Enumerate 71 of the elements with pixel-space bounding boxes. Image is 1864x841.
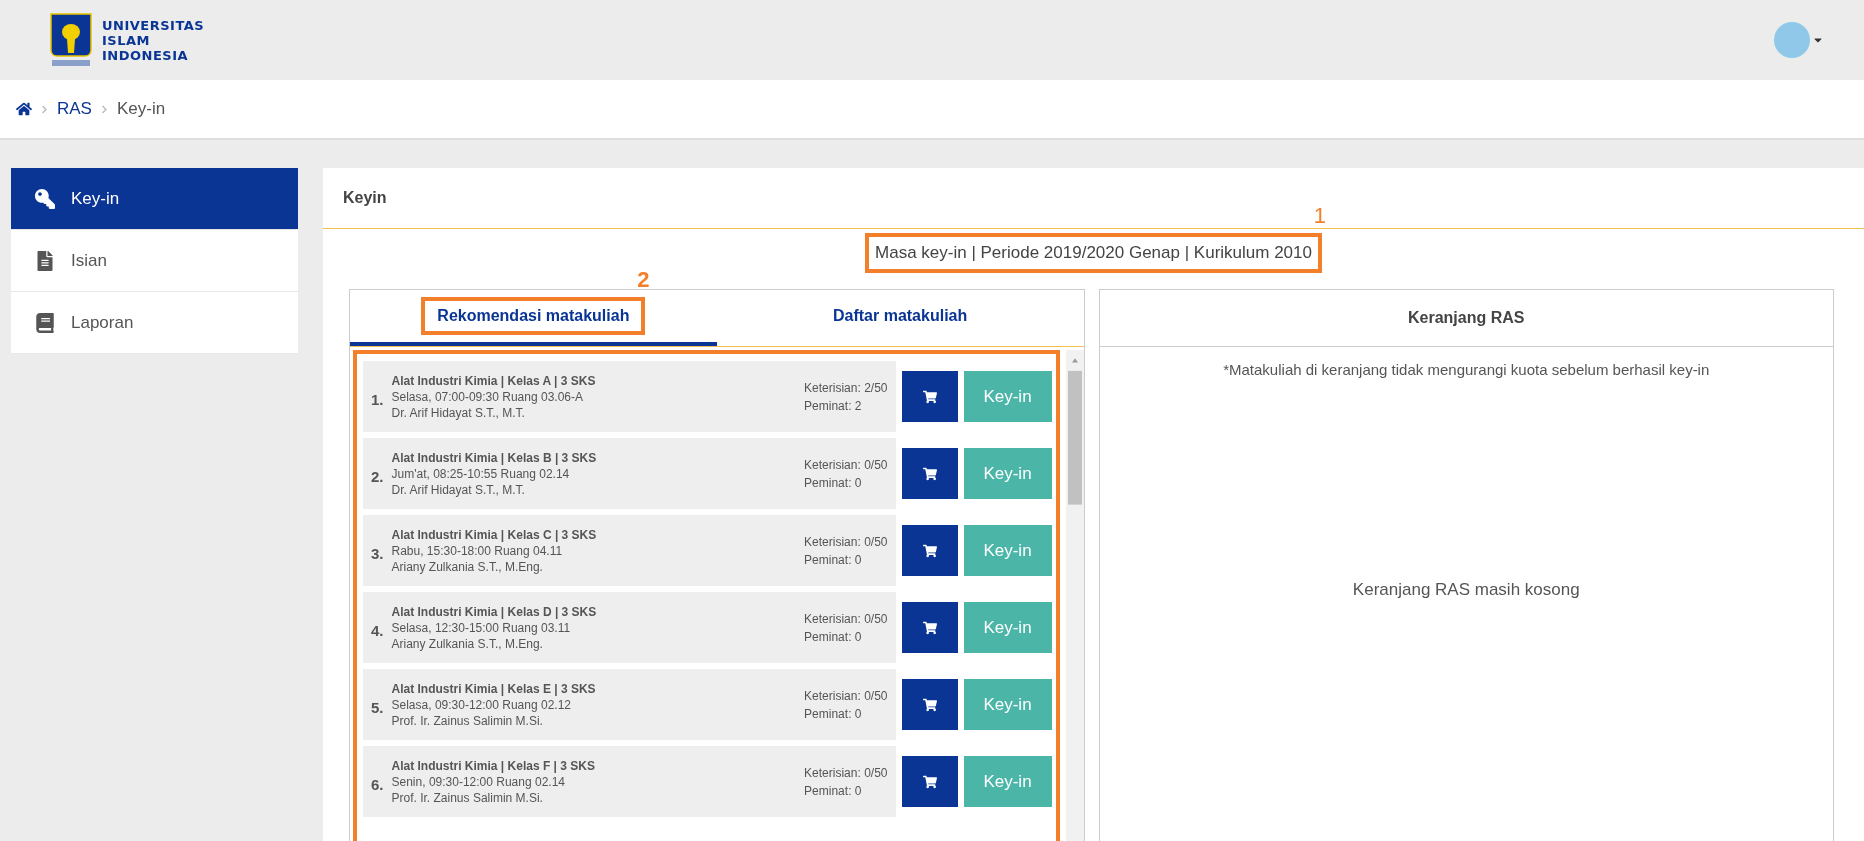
course-schedule: Jum'at, 08:25-10:55 Ruang 02.14 xyxy=(391,466,571,481)
breadcrumb-link[interactable]: RAS xyxy=(57,99,92,119)
course-schedule: Selasa, 12:30-15:00 Ruang 03.11 xyxy=(391,620,572,635)
cart-icon xyxy=(922,466,937,481)
add-to-cart-button[interactable] xyxy=(901,525,958,576)
course-interested: Peminat: 0 xyxy=(804,706,863,721)
university-name: UNIVERSITAS xyxy=(102,17,205,33)
cart-icon xyxy=(922,774,937,789)
course-title: Alat Industri Kimia | Kelas F | 3 SKS xyxy=(391,758,596,773)
university-emblem-drawing xyxy=(48,12,94,68)
tab-label: Rekomendasi matakuliah xyxy=(437,307,630,324)
course-schedule: Senin, 09:30-12:00 Ruang 02.14 xyxy=(391,774,566,789)
course-filled: Keterisian: 0/50 xyxy=(804,611,888,626)
cart-title: Keranjang RAS xyxy=(1099,290,1833,347)
course-filled: Keterisian: 0/50 xyxy=(804,457,888,472)
course-filled: Keterisian: 0/50 xyxy=(804,534,888,549)
add-to-cart-button[interactable] xyxy=(901,371,958,422)
course-lecturer: Dr. Arif Hidayat S.T., M.T. xyxy=(391,482,526,497)
chevron-icon xyxy=(99,104,109,114)
course-filled: Keterisian: 2/50 xyxy=(804,380,888,395)
course-schedule: Rabu, 15:30-18:00 Ruang 04.11 xyxy=(391,543,564,558)
course-lecturer: Prof. Ir. Zainus Salimin M.Si. xyxy=(391,790,544,805)
chevron-icon xyxy=(40,104,49,114)
course-lecturer: Ariany Zulkania S.T., M.Eng. xyxy=(391,559,544,574)
course-title: Alat Industri Kimia | Kelas B | 3 SKS xyxy=(391,450,598,465)
tab[interactable]: Daftar matakuliah xyxy=(716,290,1084,346)
course-number: 2. xyxy=(371,468,384,485)
breadcrumb-current: Key-in xyxy=(116,99,166,119)
scrollbar-drawing[interactable] xyxy=(1065,350,1084,841)
course-lecturer: Dr. Arif Hidayat S.T., M.T. xyxy=(391,405,526,420)
cart-icon xyxy=(922,620,937,635)
course-lecturer: Ariany Zulkania S.T., M.Eng. xyxy=(391,636,544,651)
university-name: ISLAM xyxy=(102,32,151,48)
course-interested: Peminat: 0 xyxy=(804,475,863,490)
course-title: Alat Industri Kimia | Kelas A | 3 SKS xyxy=(391,373,597,388)
empty-cart-message: Keranjang RAS masih kosong xyxy=(1352,579,1580,600)
course-interested: Peminat: 2 xyxy=(804,398,863,413)
tab-label: Daftar matakuliah xyxy=(833,307,968,325)
annotation-number: 2 xyxy=(637,267,650,293)
course-number: 6. xyxy=(371,776,384,793)
document-icon xyxy=(35,250,55,271)
key-icon xyxy=(35,188,55,209)
book-icon xyxy=(35,312,55,333)
course-schedule: Selasa, 09:30-12:00 Ruang 02.12 xyxy=(391,697,572,712)
annotation-number: 1 xyxy=(1313,203,1326,229)
course-schedule: Selasa, 07:00-09:30 Ruang 03.06-A xyxy=(391,389,584,404)
add-to-cart-button[interactable] xyxy=(901,602,958,653)
course-filled: Keterisian: 0/50 xyxy=(804,765,888,780)
university-name: INDONESIA xyxy=(102,47,190,63)
cart-note: *Matakuliah di keranjang tidak mengurangi kuota sebelum berhasil key-in xyxy=(1222,360,1711,378)
course-filled: Keterisian: 0/50 xyxy=(804,688,888,703)
home-icon[interactable] xyxy=(16,101,32,117)
course-title: Alat Industri Kimia | Kelas E | 3 SKS xyxy=(391,681,597,696)
course-number: 3. xyxy=(371,545,384,562)
cart-icon xyxy=(922,697,937,712)
sidebar-item[interactable]: Key-in xyxy=(11,168,298,230)
course-lecturer: Prof. Ir. Zainus Salimin M.Si. xyxy=(391,713,544,728)
add-to-cart-button[interactable] xyxy=(901,679,958,730)
course-title: Alat Industri Kimia | Kelas D | 3 SKS xyxy=(391,604,598,619)
cart-icon xyxy=(922,389,937,404)
course-interested: Peminat: 0 xyxy=(804,629,863,644)
period-text: Masa key-in | Periode 2019/2020 Genap | Kurikulum 2010 xyxy=(875,243,1312,262)
course-number: 1. xyxy=(371,391,384,408)
add-to-cart-button[interactable] xyxy=(901,756,958,807)
cart-icon xyxy=(922,543,937,558)
course-number: 4. xyxy=(371,622,384,639)
course-interested: Peminat: 0 xyxy=(804,783,863,798)
add-to-cart-button[interactable] xyxy=(901,448,958,499)
course-interested: Peminat: 0 xyxy=(804,552,863,567)
course-title: Alat Industri Kimia | Kelas C | 3 SKS xyxy=(391,527,598,542)
course-number: 5. xyxy=(371,699,384,716)
